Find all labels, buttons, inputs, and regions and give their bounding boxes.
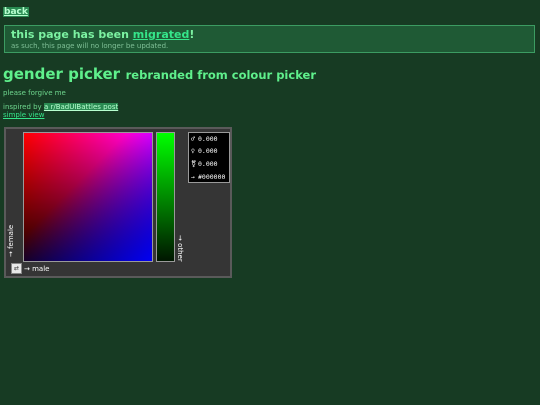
female-axis-label: → female <box>7 224 15 257</box>
gender-picker-panel: → female → other ⇄ → male ♂ 0.000 ♀ 0.000 … <box>4 127 232 278</box>
swap-axes-button[interactable]: ⇄ <box>11 263 22 274</box>
page-title-sub: rebranded from colour picker <box>125 68 316 82</box>
notice-title: this page has been migrated! <box>11 28 194 41</box>
back-link[interactable]: back <box>3 7 29 17</box>
field-blue-layer <box>24 133 152 261</box>
readout-other-value: 0.000 <box>198 160 218 168</box>
arrow-right-icon: → <box>191 173 195 181</box>
reddit-post-link[interactable]: a r/BadUIBattles post <box>43 103 119 111</box>
simple-view-link[interactable]: simple view <box>3 111 44 119</box>
male-icon: ♂ <box>191 135 195 143</box>
other-axis-label: → other <box>176 235 184 262</box>
readout-male-value: 0.000 <box>198 135 218 143</box>
readout-hex-row: → #000000 <box>191 173 225 181</box>
inspired-text: inspired by a r/BadUIBattles post <box>3 103 119 111</box>
migration-notice: this page has been migrated! as such, th… <box>4 25 535 53</box>
readout-female-value: 0.000 <box>198 147 218 155</box>
female-icon: ♀ <box>191 147 195 155</box>
notice-title-suffix: ! <box>189 28 195 41</box>
notice-subtitle: as such, this page will no longer be upd… <box>11 42 169 50</box>
readout-female-row: ♀ 0.000 <box>191 147 218 155</box>
field-gradient-layer <box>24 133 152 261</box>
other-slider[interactable] <box>156 132 175 262</box>
inspired-prefix: inspired by <box>3 103 44 111</box>
value-readout: ♂ 0.000 ♀ 0.000 ⚧ 0.000 → #000000 <box>188 132 230 183</box>
male-axis-label: → male <box>24 265 50 273</box>
readout-hex-value: #000000 <box>198 173 226 181</box>
page-title: gender picker rebranded from colour pick… <box>3 64 316 83</box>
forgive-text: please forgive me <box>3 89 66 97</box>
notice-title-prefix: this page has been <box>11 28 133 41</box>
readout-other-row: ⚧ 0.000 <box>191 160 218 168</box>
page-title-main: gender picker <box>3 65 121 83</box>
transgender-icon: ⚧ <box>191 160 197 168</box>
migrated-link[interactable]: migrated <box>133 28 190 41</box>
readout-male-row: ♂ 0.000 <box>191 135 218 143</box>
gender-saturation-field[interactable] <box>23 132 153 262</box>
